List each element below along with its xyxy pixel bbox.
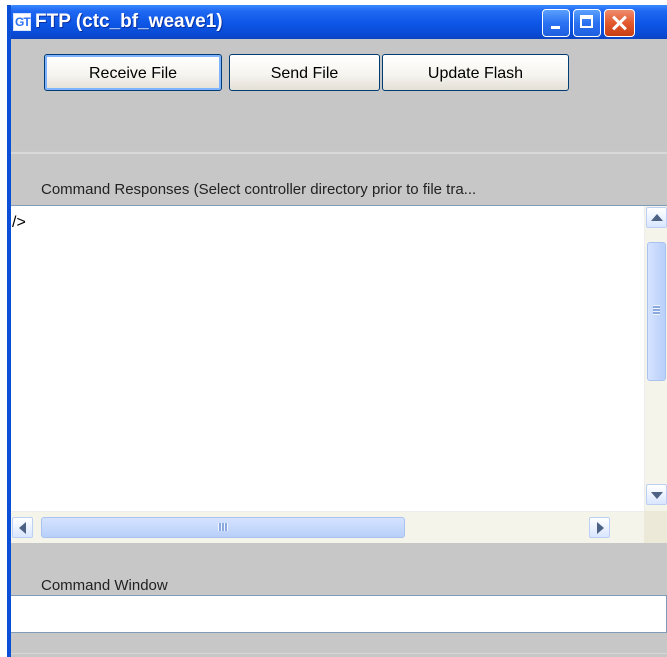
vertical-grip-icon [653,305,660,315]
minimize-button[interactable] [542,9,570,37]
chevron-right-icon [596,521,604,534]
scroll-left-button[interactable] [12,517,33,538]
update-flash-button[interactable]: Update Flash [382,54,569,91]
chevron-down-icon [650,491,663,499]
bottom-divider [11,653,667,654]
chevron-left-icon [18,521,26,534]
send-file-button[interactable]: Send File [229,54,380,91]
close-button[interactable] [604,9,635,37]
window-title: FTP (ctc_bf_weave1) [35,11,223,32]
maximize-button[interactable] [573,9,601,37]
app-icon-label: GT [15,15,31,29]
command-window-input[interactable] [11,595,667,633]
vertical-scrollbar[interactable] [644,206,667,511]
ftp-window: GT FTP (ctc_bf_weave1) Receive File Send… [7,5,667,657]
toolbar-separator [11,152,667,154]
command-window-label: Command Window [41,577,168,594]
command-responses-label: Command Responses (Select controller dir… [41,181,477,198]
scroll-up-button[interactable] [646,207,667,228]
horizontal-scroll-thumb[interactable] [41,517,405,538]
vertical-scroll-thumb[interactable] [647,242,666,381]
receive-file-button[interactable]: Receive File [44,54,222,91]
scrollbar-corner [644,511,667,543]
chevron-up-icon [650,213,663,221]
horizontal-grip-icon [218,523,228,531]
title-bar[interactable]: GT FTP (ctc_bf_weave1) [11,5,667,39]
command-response-text: /> [12,214,26,231]
horizontal-scrollbar[interactable] [11,511,644,543]
scroll-right-button[interactable] [589,517,610,538]
command-responses-panel[interactable]: /> [11,205,667,543]
gt-app-icon[interactable]: GT [13,13,31,31]
scroll-down-button[interactable] [646,484,667,505]
